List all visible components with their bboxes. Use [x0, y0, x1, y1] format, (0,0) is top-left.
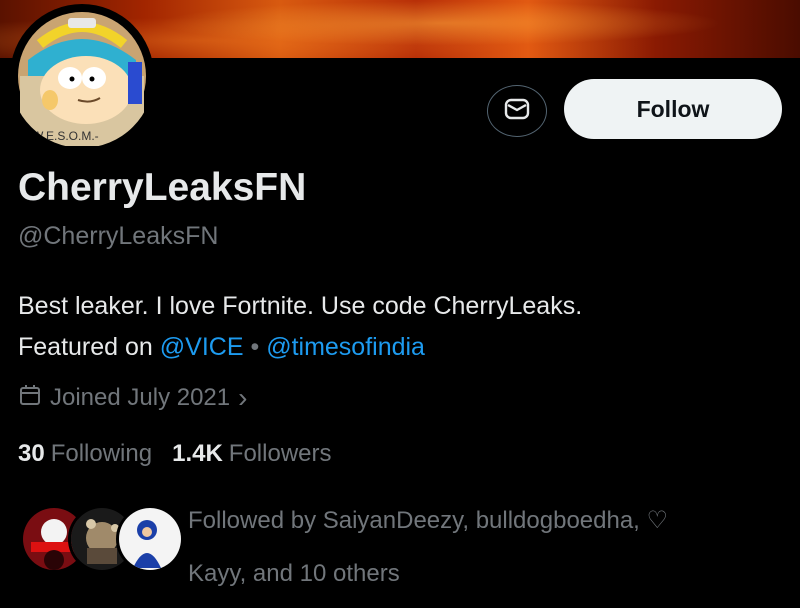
bio-featured-text: Featured on — [18, 333, 153, 361]
follow-button[interactable]: Follow — [564, 79, 782, 139]
followers-stat[interactable]: 1.4K Followers — [172, 440, 331, 468]
joined-text: Joined July 2021 — [50, 384, 231, 411]
message-button[interactable] — [487, 85, 547, 137]
followed-by-line-2: Kayy, and 10 others — [188, 560, 400, 587]
message-icon — [503, 96, 531, 127]
joined-date[interactable]: Joined July 2021 › — [18, 382, 247, 414]
followed-by-line-1: Followed by SaiyanDeezy, bulldogboedha, … — [188, 507, 669, 534]
followers-count: 1.4K — [172, 440, 223, 467]
avatar-text: W.E.S.O.M.- — [32, 129, 99, 143]
following-count: 30 — [18, 440, 45, 467]
timesofindia-mention-link[interactable]: @timesofindia — [266, 333, 425, 361]
calendar-icon — [18, 383, 50, 414]
followed-by-text[interactable]: Followed by SaiyanDeezy, bulldogboedha, … — [188, 494, 788, 600]
following-stat[interactable]: 30 Following — [18, 440, 152, 468]
user-handle: @CherryLeaksFN — [18, 222, 219, 250]
profile-avatar[interactable]: W.E.S.O.M.- — [10, 4, 154, 148]
avatar-image: W.E.S.O.M.- — [12, 6, 152, 146]
following-label: Following — [50, 440, 153, 467]
bio-line-2: Featured on @VICE • @timesofindia — [18, 327, 778, 368]
profile-bio: Best leaker. I love Fortnite. Use code C… — [18, 286, 778, 368]
bio-line-1: Best leaker. I love Fortnite. Use code C… — [18, 292, 583, 320]
vice-mention-link[interactable]: @VICE — [160, 333, 244, 361]
display-name: CherryLeaksFN — [18, 166, 307, 209]
profile-stats: 30 Following 1.4K Followers — [18, 440, 352, 468]
follower-avatar — [116, 505, 184, 573]
followers-label: Followers — [228, 440, 332, 467]
chevron-right-icon: › — [238, 382, 248, 413]
bio-separator: • — [250, 333, 260, 361]
followers-you-know-avatars[interactable] — [20, 505, 184, 577]
